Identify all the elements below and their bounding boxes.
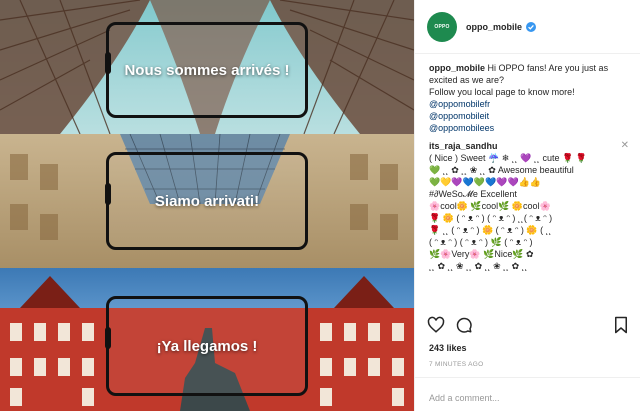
phone-notch: [105, 52, 111, 74]
overlay-caption: Siamo arrivati!: [154, 192, 260, 210]
close-icon[interactable]: ✕: [621, 140, 629, 152]
comment-input[interactable]: [429, 393, 609, 403]
post-caption: oppo_mobile Hi OPPO fans! Are you just a…: [429, 62, 629, 134]
overlay-caption: Nous sommes arrivés !: [124, 61, 290, 79]
comment-line: ( Nice ) Sweet ☔ ❄ ˛˛ 💜 ˛˛ cute 🌹 🌹: [429, 153, 587, 163]
phone-notch: [105, 327, 111, 350]
post-side-panel: OPPO oppo_mobile oppo_mobile Hi OPPO fan…: [414, 0, 640, 411]
post-timestamp: 7 MINUTES AGO: [429, 361, 484, 368]
action-bar: [427, 316, 631, 340]
comment-username[interactable]: its_raja_sandhu: [429, 140, 629, 152]
comment-line: 💚 ˛˛ ✿ ˛˛ ❀ ˛˛ ✿ Awesome beautiful: [429, 165, 574, 175]
avatar[interactable]: OPPO: [427, 11, 457, 42]
verified-icon: [526, 21, 536, 32]
post-header: OPPO oppo_mobile: [415, 0, 640, 54]
comment-line: #∂WeSo𝓜e Excellent: [429, 189, 517, 199]
post-image[interactable]: Nous sommes arrivés ! Siamo arrivati! ¡Y…: [0, 0, 414, 411]
phone-notch: [105, 182, 111, 205]
avatar-text: OPPO: [434, 23, 450, 30]
phone-frame: Nous sommes arrivés !: [105, 22, 308, 118]
mention-link-fr[interactable]: @oppomobilefr: [429, 98, 629, 110]
image-panel-madrid: ¡Ya llegamos !: [0, 268, 414, 411]
image-panel-milan: Siamo arrivati!: [0, 134, 414, 268]
comment-icon[interactable]: [455, 316, 473, 334]
mention-link-it[interactable]: @oppomobileit: [429, 110, 629, 122]
comment-line: ˛˛ ✿ ˛˛ ❀ ˛˛ ✿ ˛˛ ❀ ˛˛ ✿ ˛˛: [429, 261, 528, 271]
post-username[interactable]: oppo_mobile: [466, 22, 522, 32]
caption-line-2: Follow you local page to know more!: [429, 87, 575, 97]
image-panel-paris: Nous sommes arrivés !: [0, 0, 414, 134]
comment-line: ( ᵔ ᴥ ᵔ ) ( ᵔ ᴥ ᵔ ) 🌿 ( ᵔ ᴥ ᵔ ): [429, 237, 533, 247]
add-comment-bar: [415, 377, 640, 411]
comment-line: 🌸cool🌼 🌿cool🌿 🌼cool🌸: [429, 201, 551, 211]
comments-area[interactable]: oppo_mobile Hi OPPO fans! Are you just a…: [415, 54, 640, 306]
comment-line: 🌹 ˛˛ ( ᵔ ᴥ ᵔ ) 🌼 ( ᵔ ᴥ ᵔ ) 🌼 ( ˛˛: [429, 225, 552, 235]
comment-line: 🌿🌸Very🌸 🌿Nice🌿 ✿: [429, 249, 534, 259]
comment-line: 💚💛💜💙💚💙💜💜👍👍: [429, 177, 542, 187]
likes-count[interactable]: 243 likes: [429, 343, 467, 353]
overlay-caption: ¡Ya llegamos !: [156, 337, 258, 355]
bookmark-icon[interactable]: [613, 316, 629, 334]
comment-item: ✕ its_raja_sandhu ( Nice ) Sweet ☔ ❄ ˛˛ …: [429, 140, 629, 272]
caption-username[interactable]: oppo_mobile: [429, 63, 485, 73]
comment-line: 🌹 🌼 ( ᵔ ᴥ ᵔ ) ( ᵔ ᴥ ᵔ ) ˛˛( ᵔ ᴥ ᵔ ): [429, 213, 553, 223]
heart-icon[interactable]: [427, 316, 445, 334]
mention-link-es[interactable]: @oppomobilees: [429, 122, 629, 134]
phone-frame: Siamo arrivati!: [105, 152, 308, 250]
phone-frame: ¡Ya llegamos !: [105, 296, 308, 396]
